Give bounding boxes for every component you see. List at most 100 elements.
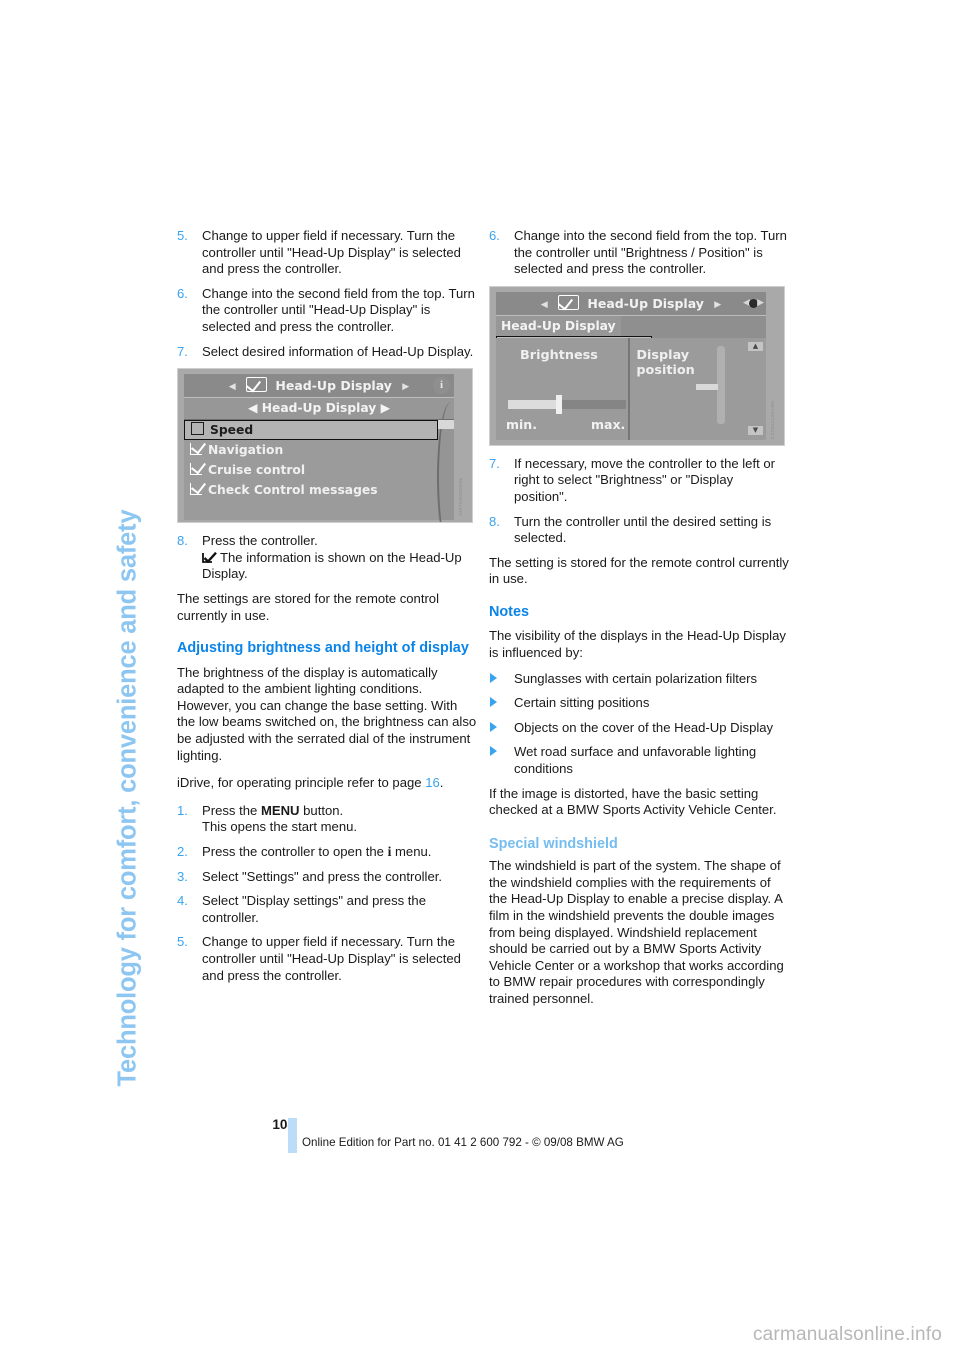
brightness-max-label: max. [591, 416, 626, 432]
list-item: 6. Change into the second field from the… [489, 228, 789, 278]
list-number: 3. [177, 868, 188, 884]
list-number: 6. [489, 228, 500, 243]
display-position-label: Display position [636, 347, 695, 378]
list-number: 5. [177, 934, 188, 950]
display-position-slider [717, 345, 726, 424]
list-item: 4. Select "Display settings" and press t… [177, 893, 477, 926]
idrive-subbar-label: Head-Up Display [261, 401, 377, 416]
idrive-scroll-cap [438, 420, 454, 430]
idrive-ref-post: . [439, 775, 444, 791]
idrive-reference-paragraph: iDrive, for operating principle refer to… [177, 775, 477, 792]
brightness-label: Brightness [520, 347, 598, 363]
idrive-list-item-label: Check Control messages [208, 483, 378, 498]
list-number: 2. [177, 843, 188, 859]
list-item: 7. Select desired information of Head-Up… [177, 344, 477, 361]
idrive-list-item-label: Cruise control [208, 463, 306, 478]
list-item: 1. Press the MENU button. This opens the… [177, 803, 477, 836]
section-heading-adjusting: Adjusting brightness and height of displ… [177, 640, 469, 657]
list-item: 2. Press the controller to open the i me… [177, 844, 477, 861]
page-footer: 108 Online Edition for Part no. 01 41 2 … [0, 1117, 960, 1167]
hud-check-icon [558, 294, 580, 310]
idrive-screen: ◀ Head-Up Display ▶ i ◀ Head-Up Display … [184, 374, 454, 523]
list-text: If necessary, move the controller to the… [514, 455, 776, 504]
checkbox-checked-icon [190, 483, 202, 496]
idrive-screenshot-brightness-position: ◀ Head-Up Display ▶ ◀ ▶ Head-Up Display B… [489, 285, 785, 446]
notes-intro-paragraph: The visibility of the displays in the He… [489, 628, 786, 661]
list-text: Turn the controller until the desired se… [514, 513, 772, 546]
list-item: 6. Change into the second field from the… [177, 286, 477, 336]
left-arrow-icon: ◀ [540, 299, 548, 310]
list-subtext: The information is shown on the Head-Up … [202, 549, 462, 582]
list-item: 5. Change to upper field if necessary. T… [177, 934, 477, 984]
idrive-screenshot-hud-list: ◀ Head-Up Display ▶ i ◀ Head-Up Display … [177, 368, 473, 524]
cursor-dot-icon: ◀ ▶ [743, 295, 764, 312]
figure-caption-code: VIRTHR00595N [458, 478, 464, 517]
triangle-bullet-icon [490, 672, 497, 683]
scroll-up-icon: ▲ [748, 341, 763, 351]
checkmark-icon [202, 551, 217, 563]
stored-note-paragraph: The setting is stored for the remote con… [489, 554, 789, 587]
list-text-post: button. [299, 802, 344, 818]
section-heading-notes: Notes [489, 603, 529, 620]
triangle-bullet-icon [490, 721, 497, 732]
triangle-bullet-icon [490, 746, 497, 757]
idrive-titlebar: ◀ Head-Up Display ▶ ◀ ▶ [496, 291, 766, 316]
list-number: 7. [177, 343, 188, 359]
footer-rule [288, 1118, 297, 1153]
bullet-text: Wet road surface and unfavorable lightin… [514, 744, 757, 776]
right-arrow-icon: ▶ [402, 382, 410, 393]
bullet-item: Sunglasses with certain polarization fil… [489, 671, 789, 688]
list-item: 7. If necessary, move the controller to … [489, 456, 789, 506]
stored-note-paragraph: The settings are stored for the remote c… [177, 590, 440, 623]
list-number: 4. [177, 893, 188, 909]
bullet-item: Certain sitting positions [489, 695, 789, 712]
left-arrow-icon: ◀ [247, 401, 258, 416]
idrive-titlebar-label: Head-Up Display [275, 378, 392, 394]
list-number: 8. [489, 513, 500, 529]
panel-divider [628, 337, 631, 440]
list-text: Change into the second field from the to… [514, 228, 787, 277]
list-text: Change to upper field if necessary. Turn… [202, 228, 461, 277]
list-text: Select "Settings" and press the controll… [202, 868, 443, 884]
list-item: 8. Turn the controller until the desired… [489, 514, 789, 547]
idrive-ref-pre: iDrive, for operating principle refer to… [177, 775, 426, 791]
list-number: 7. [489, 455, 500, 471]
brightness-slider-fill [508, 399, 560, 409]
right-text-column: 6. Change into the second field from the… [489, 228, 789, 1019]
list-number: 5. [177, 228, 188, 243]
brightness-slider [508, 394, 626, 414]
checkbox-unchecked-icon [191, 422, 204, 436]
bullet-item: Wet road surface and unfavorable lightin… [489, 744, 789, 777]
list-text: Press the controller. [202, 533, 318, 549]
info-badge-icon: i [433, 377, 450, 395]
list-subtext: This opens the start menu. [202, 819, 358, 835]
checkbox-checked-icon [190, 463, 202, 476]
list-item: 3. Select "Settings" and press the contr… [177, 869, 477, 886]
menu-button-label: MENU [260, 802, 300, 818]
brightness-slider-knob [556, 394, 562, 414]
list-number: 6. [177, 285, 188, 301]
idrive-settings-panels: Brightness min. max. Display position ▲ … [496, 337, 766, 440]
bullet-item: Objects on the cover of the Head-Up Disp… [489, 720, 789, 737]
idrive-list-item: Check Control messages [184, 480, 454, 500]
left-text-column: 5. Change to upper field if necessary. T… [177, 228, 477, 992]
idrive-titlebar: ◀ Head-Up Display ▶ i [184, 374, 454, 399]
right-arrow-icon: ▶ [757, 297, 764, 308]
left-arrow-icon: ◀ [228, 382, 236, 393]
idrive-list-item-selected: Speed [184, 420, 438, 441]
page-reference-link[interactable]: 16 [425, 775, 440, 790]
idrive-list-item-label: Speed [210, 423, 254, 438]
idrive-subbar: ◀ Head-Up Display ▶ [184, 398, 454, 421]
list-text: Select "Display settings" and press the … [202, 893, 427, 925]
brightness-paragraph: The brightness of the display is automat… [177, 664, 477, 763]
list-item: 5. Change to upper field if necessary. T… [177, 228, 477, 278]
bullet-text: Certain sitting positions [514, 695, 650, 711]
idrive-scroll-curve [437, 402, 454, 523]
section-heading-special-windshield: Special windshield [489, 835, 618, 852]
idrive-list-item: Navigation [184, 440, 454, 460]
idrive-tab-row: Head-Up DisplayBrightness / Position [496, 315, 766, 356]
triangle-bullet-icon [490, 697, 497, 708]
distorted-image-paragraph: If the image is distorted, have the basi… [489, 785, 777, 818]
right-arrow-icon: ▶ [714, 299, 722, 310]
footer-text: Online Edition for Part no. 01 41 2 600 … [302, 1136, 624, 1149]
